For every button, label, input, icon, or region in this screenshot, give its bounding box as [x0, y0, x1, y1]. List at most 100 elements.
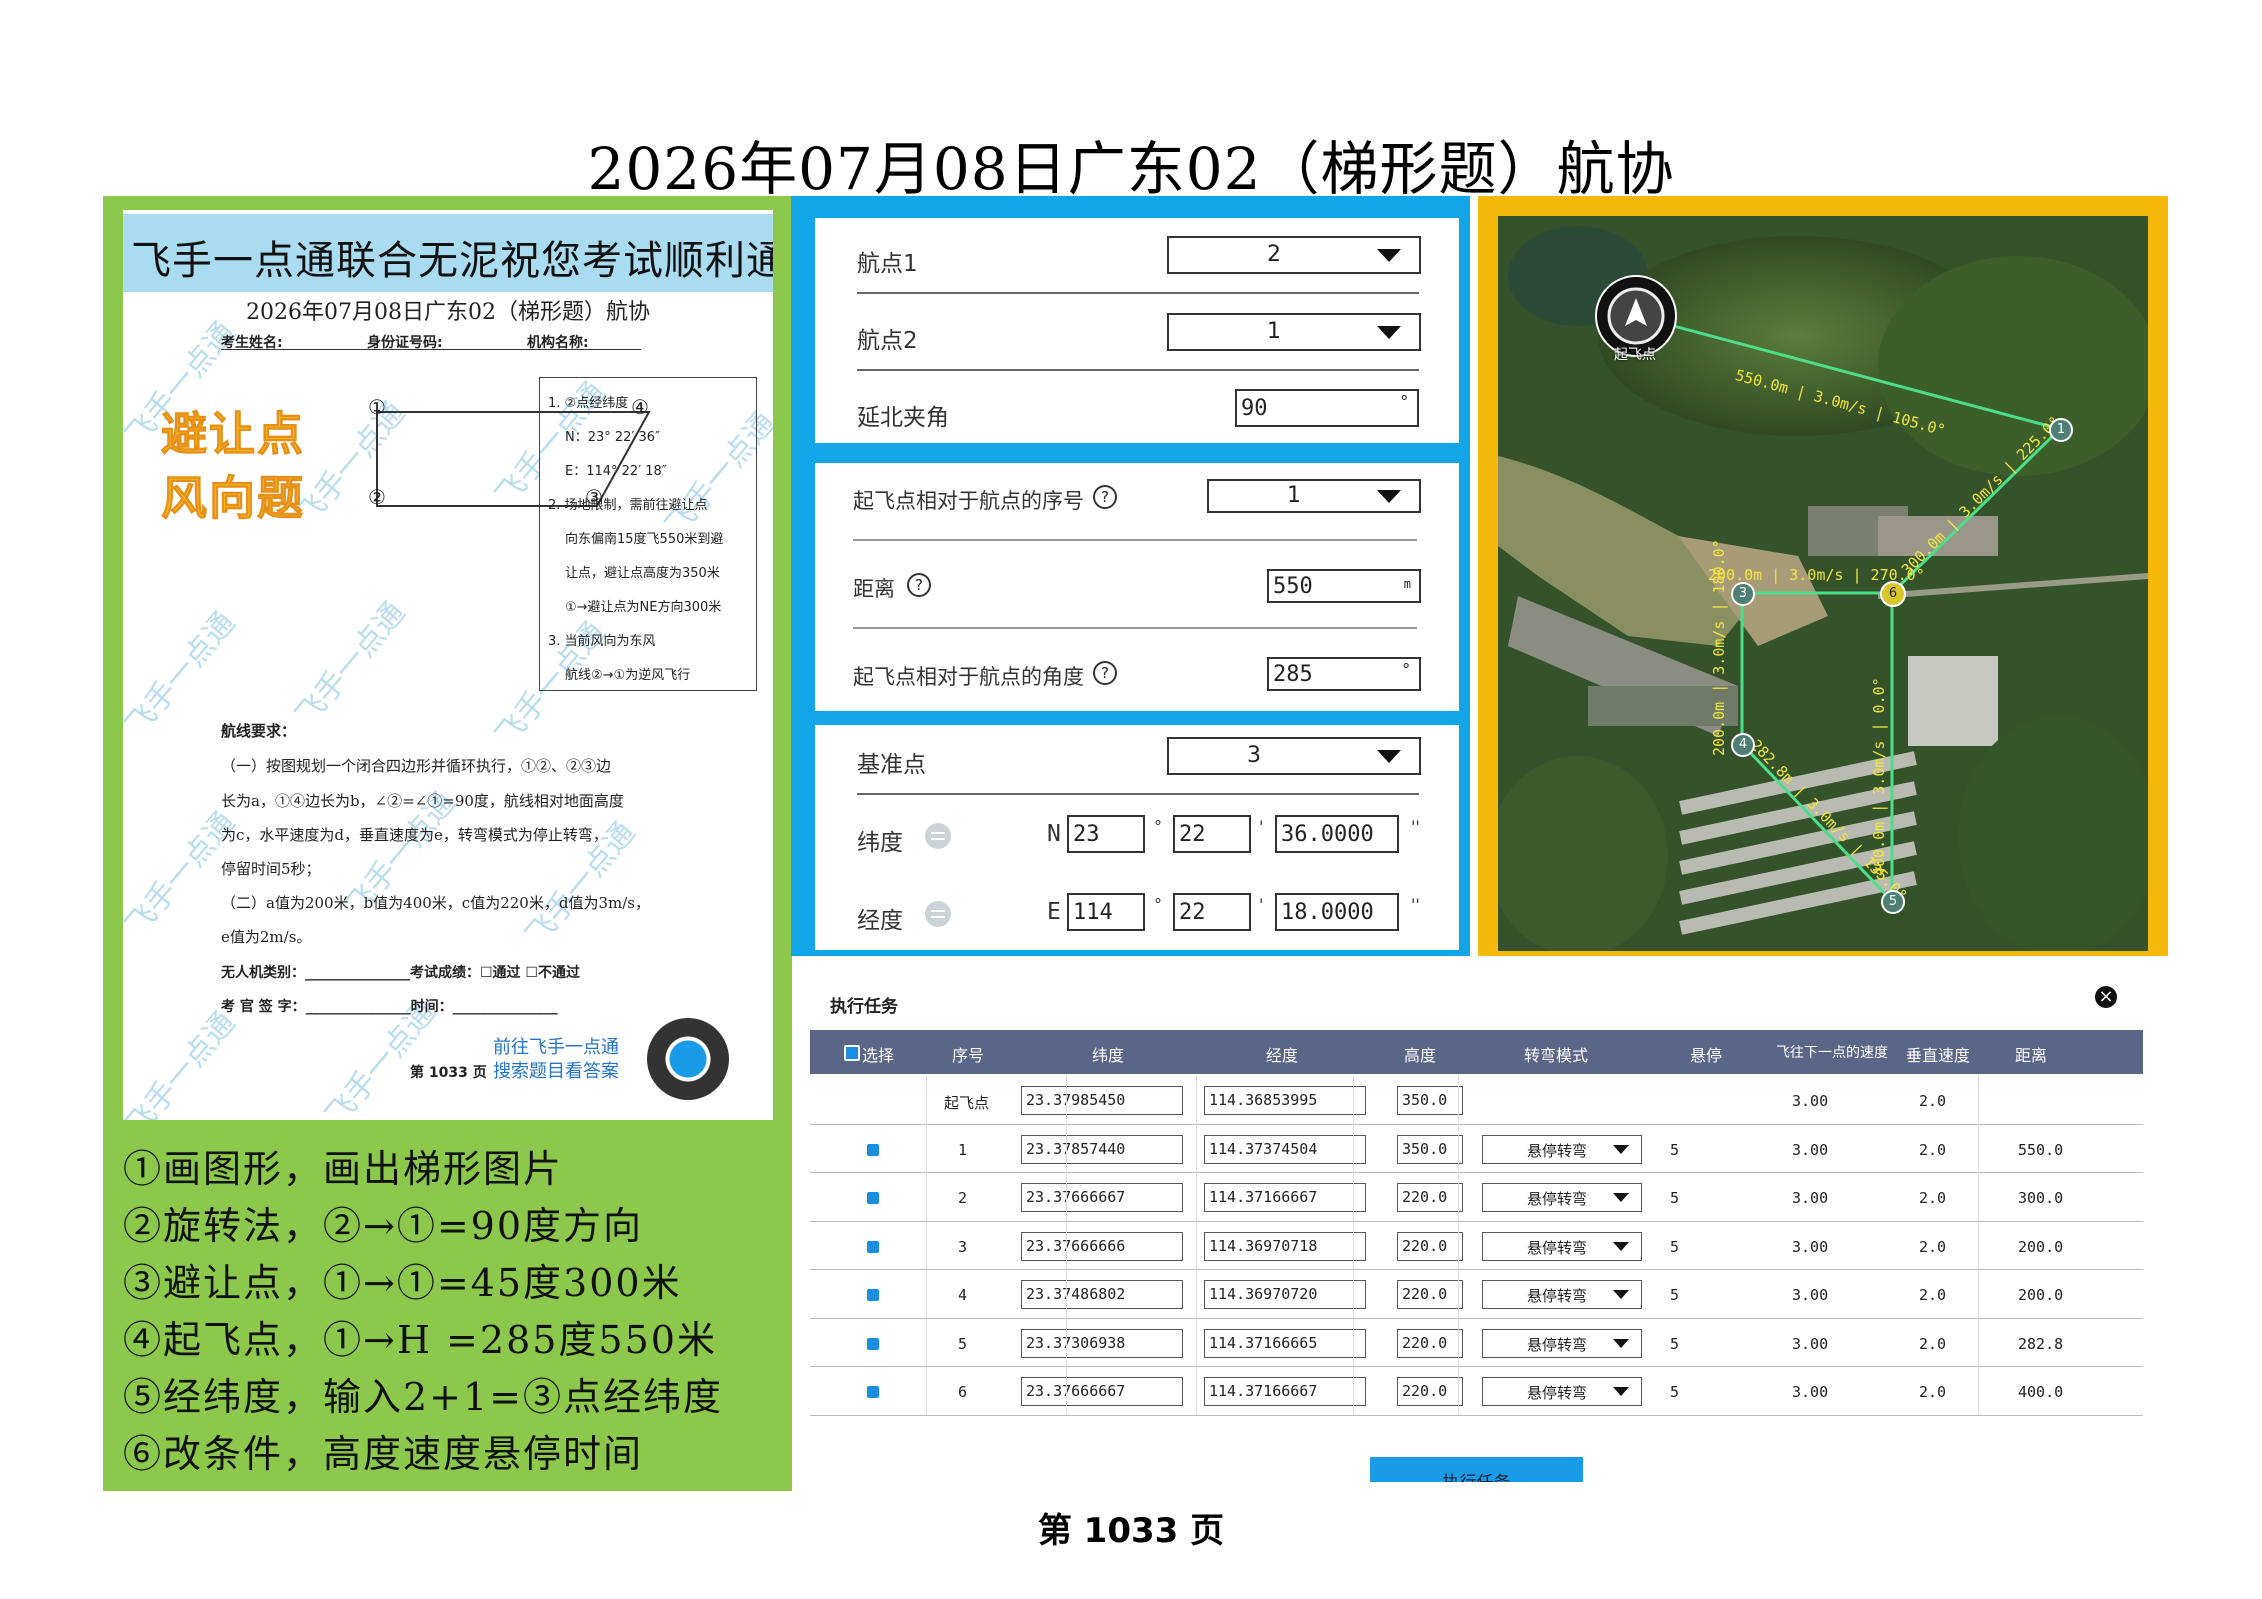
- row-seq: 起飞点: [944, 1094, 990, 1112]
- row-checkbox[interactable]: [867, 1192, 879, 1204]
- column-divider: [1353, 1172, 1354, 1221]
- row-checkbox[interactable]: [867, 1386, 879, 1398]
- longitude-input[interactable]: 114.37166667: [1204, 1183, 1366, 1212]
- row-distance: 400.0: [2018, 1383, 2064, 1401]
- longitude-value: 114.36853995: [1209, 1091, 1318, 1109]
- second-symbol: '': [1411, 895, 1420, 914]
- altitude-input[interactable]: 220.0: [1397, 1280, 1463, 1309]
- execute-task-button[interactable]: 执行任务: [1370, 1457, 1583, 1482]
- waypoint-marker-6[interactable]: 6: [1880, 581, 1906, 607]
- latitude-input[interactable]: 23.37857440: [1021, 1134, 1183, 1164]
- column-divider: [1978, 1317, 1979, 1366]
- row-checkbox[interactable]: [867, 1337, 879, 1350]
- chevron-down-icon: [1377, 326, 1401, 339]
- turn-mode-select[interactable]: 悬停转弯: [1482, 1377, 1642, 1406]
- satellite-map[interactable]: 起飞点 550.0m | 3.0m/s | 105.0° 300.0m | 3.…: [1498, 216, 2148, 951]
- latitude-value: 23.37666666: [1026, 1236, 1126, 1255]
- latitude-degrees-input[interactable]: 23: [1067, 815, 1145, 853]
- turn-mode-select[interactable]: 悬停转弯: [1482, 1134, 1642, 1164]
- row-checkbox[interactable]: [867, 1289, 879, 1301]
- turn-mode-value: 悬停转弯: [1527, 1238, 1588, 1257]
- row-checkbox[interactable]: [867, 1240, 879, 1253]
- column-divider: [926, 1317, 927, 1366]
- reference-point-card: 基准点 3 纬度 N 23 ° 22 ' 36.0000 '' 经度 E 114…: [815, 725, 1459, 950]
- altitude-input[interactable]: 220.0: [1397, 1183, 1463, 1212]
- header-underline: [221, 349, 641, 350]
- turn-mode-select[interactable]: 悬停转弯: [1482, 1183, 1642, 1212]
- column-divider: [1353, 1220, 1354, 1269]
- longitude-input[interactable]: 114.37166667: [1204, 1377, 1366, 1406]
- waypoint-marker-3[interactable]: 3: [1731, 582, 1755, 606]
- close-icon[interactable]: ×: [2095, 986, 2117, 1008]
- turn-mode-select[interactable]: 悬停转弯: [1482, 1280, 1642, 1309]
- column-divider: [1353, 1269, 1354, 1318]
- column-divider: [1196, 1075, 1197, 1124]
- takeoff-angle-input[interactable]: 285 °: [1267, 657, 1421, 691]
- latitude-input[interactable]: 23.37666667: [1021, 1377, 1183, 1406]
- turn-mode-select[interactable]: 悬停转弯: [1482, 1231, 1642, 1261]
- north-angle-input[interactable]: 90 °: [1235, 389, 1419, 427]
- mission-table-dialog: 执行任务 × 选择 序号 纬度 经度 高度 转弯模式 悬停 飞往下一点的速度 垂…: [810, 978, 2143, 1416]
- distance-input[interactable]: 550 m: [1267, 569, 1421, 603]
- longitude-input[interactable]: 114.37166665: [1204, 1328, 1366, 1358]
- altitude-input[interactable]: 220.0: [1397, 1328, 1463, 1358]
- waypoint1-select[interactable]: 2: [1167, 236, 1421, 274]
- altitude-value: 220.0: [1402, 1285, 1448, 1303]
- latitude-input[interactable]: 23.37486802: [1021, 1280, 1183, 1309]
- altitude-input[interactable]: 350.0: [1397, 1086, 1463, 1115]
- latitude-input[interactable]: 23.37985450: [1021, 1086, 1183, 1115]
- longitude-seconds-input[interactable]: 18.0000: [1275, 893, 1399, 931]
- altitude-value: 350.0: [1402, 1139, 1448, 1158]
- waypoint-marker-5[interactable]: 5: [1881, 890, 1905, 914]
- row-speed: 3.00: [1792, 1286, 1829, 1304]
- latitude-input[interactable]: 23.37666666: [1021, 1231, 1183, 1261]
- waypoint-marker-4[interactable]: 4: [1731, 733, 1755, 757]
- row-distance: 282.8: [2018, 1334, 2064, 1353]
- help-icon[interactable]: ?: [1093, 661, 1117, 685]
- latitude-input[interactable]: 23.37306938: [1021, 1328, 1183, 1358]
- swap-icon[interactable]: [925, 901, 951, 927]
- latitude-value: 23.37306938: [1026, 1333, 1126, 1352]
- longitude-input[interactable]: 114.36853995: [1204, 1086, 1366, 1115]
- row-speed: 3.00: [1792, 1334, 1829, 1353]
- row-divider: [810, 1172, 2143, 1173]
- column-divider: [1353, 1366, 1354, 1415]
- latitude-input[interactable]: 23.37666667: [1021, 1183, 1183, 1212]
- longitude-input[interactable]: 114.36970720: [1204, 1280, 1366, 1309]
- instruction-step-5: ⑤经纬度，输入2+1=③点经纬度: [123, 1375, 724, 1419]
- longitude-input[interactable]: 114.37374504: [1204, 1134, 1366, 1164]
- select-all-checkbox[interactable]: [844, 1045, 860, 1061]
- segment-label: 200.0m | 3.0m/s | 180.0°: [1710, 539, 1728, 756]
- help-icon[interactable]: ?: [1093, 485, 1117, 509]
- longitude-input[interactable]: 114.36970718: [1204, 1231, 1366, 1261]
- header-vspeed: 垂直速度: [1906, 1046, 1971, 1065]
- row-speed: 3.00: [1792, 1140, 1829, 1159]
- column-divider: [1066, 1269, 1067, 1318]
- altitude-input[interactable]: 220.0: [1397, 1231, 1463, 1261]
- requirement-line: （一）按图规划一个闭合四边形并循环执行，①②、②③边: [221, 757, 612, 775]
- longitude-degrees-input[interactable]: 114: [1067, 893, 1145, 931]
- instruction-step-3: ③避让点，①→①=45度300米: [123, 1261, 682, 1305]
- longitude-minutes-input[interactable]: 22: [1173, 893, 1251, 931]
- altitude-input[interactable]: 220.0: [1397, 1377, 1463, 1406]
- row-speed: 3.00: [1792, 1092, 1829, 1110]
- altitude-input[interactable]: 350.0: [1397, 1134, 1463, 1164]
- latitude-minutes-input[interactable]: 22: [1173, 815, 1251, 853]
- takeoff-seq-select[interactable]: 1: [1207, 479, 1421, 513]
- altitude-value: 220.0: [1402, 1188, 1448, 1206]
- row-hover: 5: [1670, 1383, 1680, 1401]
- help-icon[interactable]: ?: [907, 573, 931, 597]
- latitude-seconds-input[interactable]: 36.0000: [1275, 815, 1399, 853]
- turn-mode-select[interactable]: 悬停转弯: [1482, 1328, 1642, 1358]
- column-divider: [1196, 1123, 1197, 1172]
- row-distance: 300.0: [2018, 1189, 2064, 1207]
- latitude-value: 23.37486802: [1026, 1285, 1126, 1303]
- reference-point-select[interactable]: 3: [1167, 737, 1421, 775]
- waypoint-marker-1[interactable]: 1: [2049, 418, 2073, 442]
- waypoint2-select[interactable]: 1: [1167, 313, 1421, 351]
- row-checkbox[interactable]: [867, 1143, 879, 1156]
- info-line: ①→避让点为NE方向300米: [565, 600, 722, 615]
- row-vspeed: 2.0: [1919, 1334, 1947, 1353]
- swap-icon[interactable]: [925, 823, 951, 849]
- row-vspeed: 2.0: [1919, 1383, 1947, 1401]
